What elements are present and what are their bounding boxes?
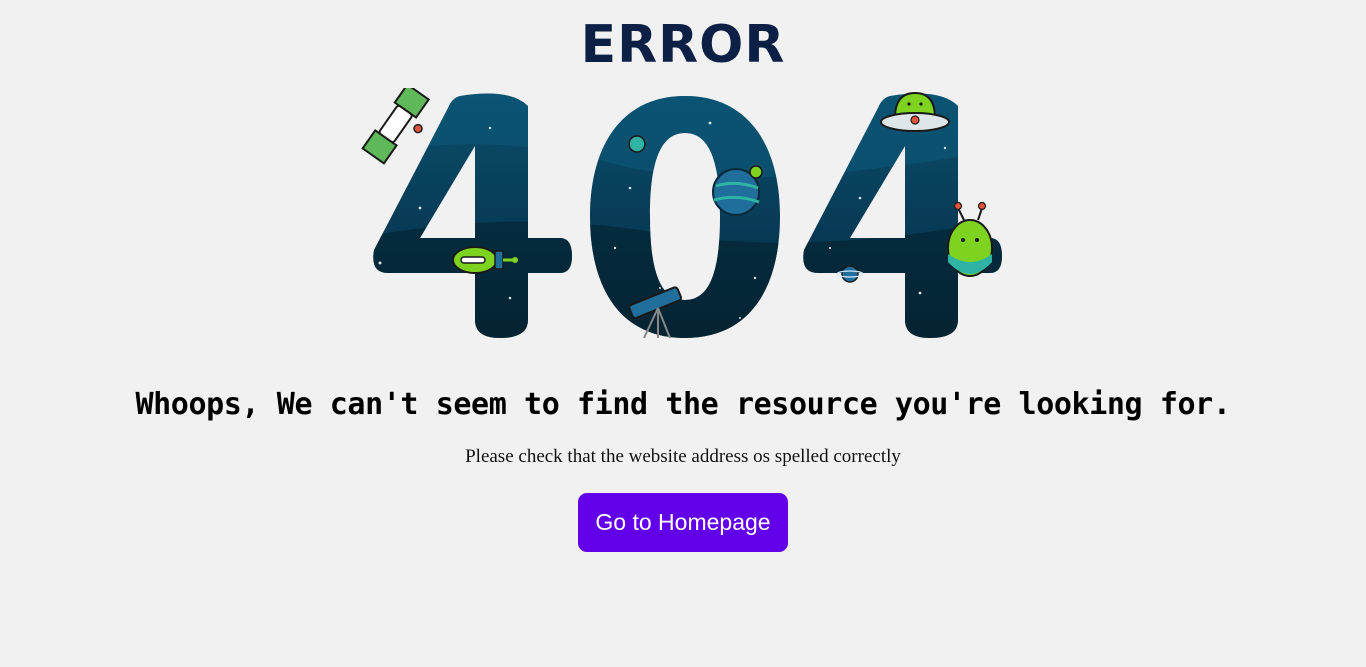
- error-page: ERROR Whoops, We can't seem to find the …: [0, 0, 1366, 667]
- error-headline: Whoops, We can't seem to find the resour…: [135, 387, 1231, 422]
- error-404-illustration: [361, 88, 1002, 339]
- error-subtext: Please check that the website address os…: [465, 446, 901, 467]
- error-title: ERROR: [580, 15, 786, 75]
- go-to-homepage-button[interactable]: Go to Homepage: [578, 493, 788, 552]
